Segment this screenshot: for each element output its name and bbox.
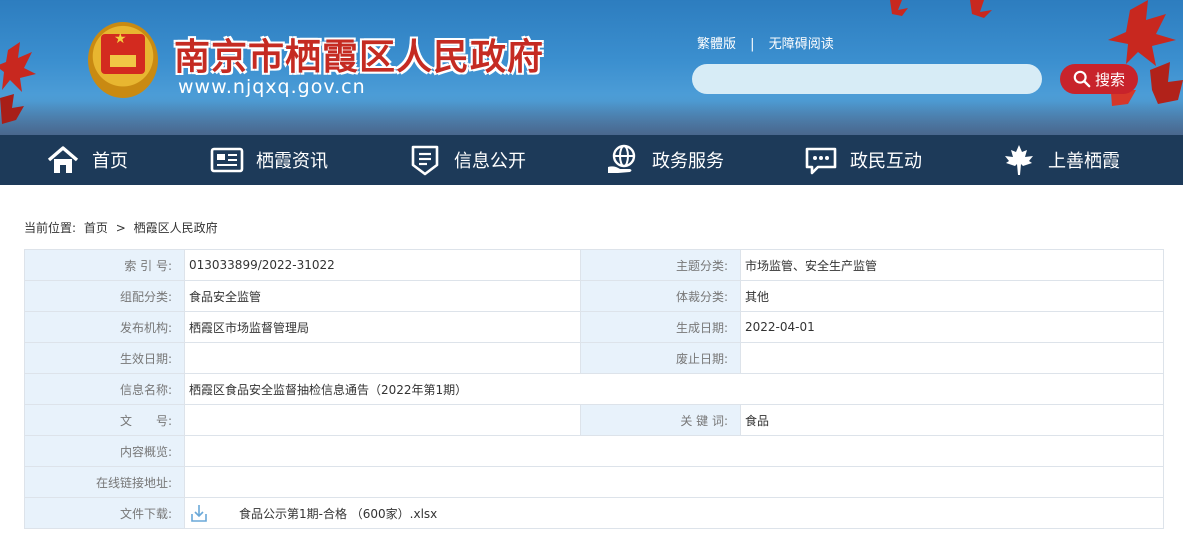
document-meta-table: 索 引 号: 013033899/2022-31022 主题分类: 市场监管、安… xyxy=(24,249,1164,529)
breadcrumb-home-link[interactable]: 首页 xyxy=(84,221,108,235)
keywords-label: 关 键 词: xyxy=(580,404,741,436)
site-url: www.njqxq.gov.cn xyxy=(178,76,366,98)
breadcrumb-separator: > xyxy=(115,221,126,235)
download-label: 文件下载: xyxy=(24,497,185,529)
category-label: 组配分类: xyxy=(24,280,185,312)
table-row: 索 引 号: 013033899/2022-31022 主题分类: 市场监管、安… xyxy=(24,249,1164,281)
chat-icon xyxy=(805,147,837,175)
publisher-value: 栖霞区市场监督管理局 xyxy=(184,311,581,343)
table-row: 文 号: 关 键 词: 食品 xyxy=(24,404,1164,436)
expired-date-value xyxy=(740,342,1164,374)
table-row: 生效日期: 废止日期: xyxy=(24,342,1164,374)
subject-value: 市场监管、安全生产监管 xyxy=(740,249,1164,281)
breadcrumb-prefix: 当前位置: xyxy=(24,221,77,235)
breadcrumb-current-link[interactable]: 栖霞区人民政府 xyxy=(134,221,218,235)
nav-item-home[interactable]: 首页 xyxy=(46,135,128,185)
header-banner-skyline xyxy=(0,95,1183,135)
online-link-label: 在线链接地址: xyxy=(24,466,185,498)
news-icon xyxy=(210,147,244,173)
site-title[interactable]: 南京市栖霞区人民政府 xyxy=(174,28,544,80)
index-no-label: 索 引 号: xyxy=(24,249,185,281)
nav-item-shangshan-qixia[interactable]: 上善栖霞 xyxy=(1002,135,1120,185)
search-input[interactable] xyxy=(692,64,1042,94)
link-separator: | xyxy=(750,37,755,52)
effective-date-value xyxy=(184,342,581,374)
info-name-label: 信息名称: xyxy=(24,373,185,405)
online-link-value xyxy=(184,466,1164,498)
doc-no-label: 文 号: xyxy=(24,404,185,436)
info-icon xyxy=(411,145,439,176)
created-date-label: 生成日期: xyxy=(580,311,741,343)
summary-label: 内容概览: xyxy=(24,435,185,467)
download-file-link[interactable]: 食品公示第1期-合格 （600家）.xlsx xyxy=(239,505,437,522)
maple-leaves-top-decoration xyxy=(890,0,992,18)
doc-no-value xyxy=(184,404,581,436)
nav-item-interaction[interactable]: 政民互动 xyxy=(804,135,922,185)
expired-date-label: 废止日期: xyxy=(580,342,741,374)
table-row: 在线链接地址: xyxy=(24,466,1164,498)
search-icon xyxy=(1073,70,1091,88)
summary-value xyxy=(184,435,1164,467)
table-row: 发布机构: 栖霞区市场监督管理局 生成日期: 2022-04-01 xyxy=(24,311,1164,343)
table-row: 信息名称: 栖霞区食品安全监督抽检信息通告（2022年第1期） xyxy=(24,373,1164,405)
nav-label-shangshan-qixia: 上善栖霞 xyxy=(1048,151,1120,172)
nav-label-interaction: 政民互动 xyxy=(850,151,922,172)
info-name-value: 栖霞区食品安全监督抽检信息通告（2022年第1期） xyxy=(184,373,1164,405)
genre-value: 其他 xyxy=(740,280,1164,312)
traditional-chinese-link[interactable]: 繁體版 xyxy=(697,37,736,52)
publisher-label: 发布机构: xyxy=(24,311,185,343)
main-nav: 首页 栖霞资讯 信息公开 政务服务 政民互动 上善栖霞 xyxy=(0,135,1183,185)
nav-label-news: 栖霞资讯 xyxy=(256,151,328,172)
table-row: 文件下载: 食品公示第1期-合格 （600家）.xlsx xyxy=(24,497,1164,529)
index-no-value: 013033899/2022-31022 xyxy=(184,249,581,281)
nav-item-info-disclosure[interactable]: 信息公开 xyxy=(408,135,526,185)
category-value: 食品安全监管 xyxy=(184,280,581,312)
created-date-value: 2022-04-01 xyxy=(740,311,1164,343)
nav-label-gov-services: 政务服务 xyxy=(652,151,724,172)
nav-item-news[interactable]: 栖霞资讯 xyxy=(210,135,328,185)
national-emblem-icon: ★ xyxy=(88,22,158,98)
download-icon[interactable] xyxy=(189,503,209,523)
search-button[interactable]: 搜索 xyxy=(1060,64,1138,94)
nav-label-home: 首页 xyxy=(92,151,128,172)
breadcrumb: 当前位置: 首页 > 栖霞区人民政府 xyxy=(24,219,222,236)
site-header: ★ 南京市栖霞区人民政府 www.njqxq.gov.cn 繁體版 | 无障碍阅… xyxy=(0,0,1183,135)
accessible-reading-link[interactable]: 无障碍阅读 xyxy=(769,37,834,52)
download-cell: 食品公示第1期-合格 （600家）.xlsx xyxy=(184,497,1164,529)
maple-leaf-icon xyxy=(1005,145,1033,175)
effective-date-label: 生效日期: xyxy=(24,342,185,374)
nav-item-gov-services[interactable]: 政务服务 xyxy=(606,135,724,185)
search-button-label: 搜索 xyxy=(1094,70,1125,89)
table-row: 组配分类: 食品安全监管 体裁分类: 其他 xyxy=(24,280,1164,312)
maple-leaves-left-decoration xyxy=(0,42,36,124)
top-links: 繁體版 | 无障碍阅读 xyxy=(697,33,834,52)
home-icon xyxy=(47,146,79,173)
nav-label-info-disclosure: 信息公开 xyxy=(454,151,526,172)
service-icon xyxy=(608,144,636,173)
table-row: 内容概览: xyxy=(24,435,1164,467)
subject-label: 主题分类: xyxy=(580,249,741,281)
keywords-value: 食品 xyxy=(740,404,1164,436)
genre-label: 体裁分类: xyxy=(580,280,741,312)
